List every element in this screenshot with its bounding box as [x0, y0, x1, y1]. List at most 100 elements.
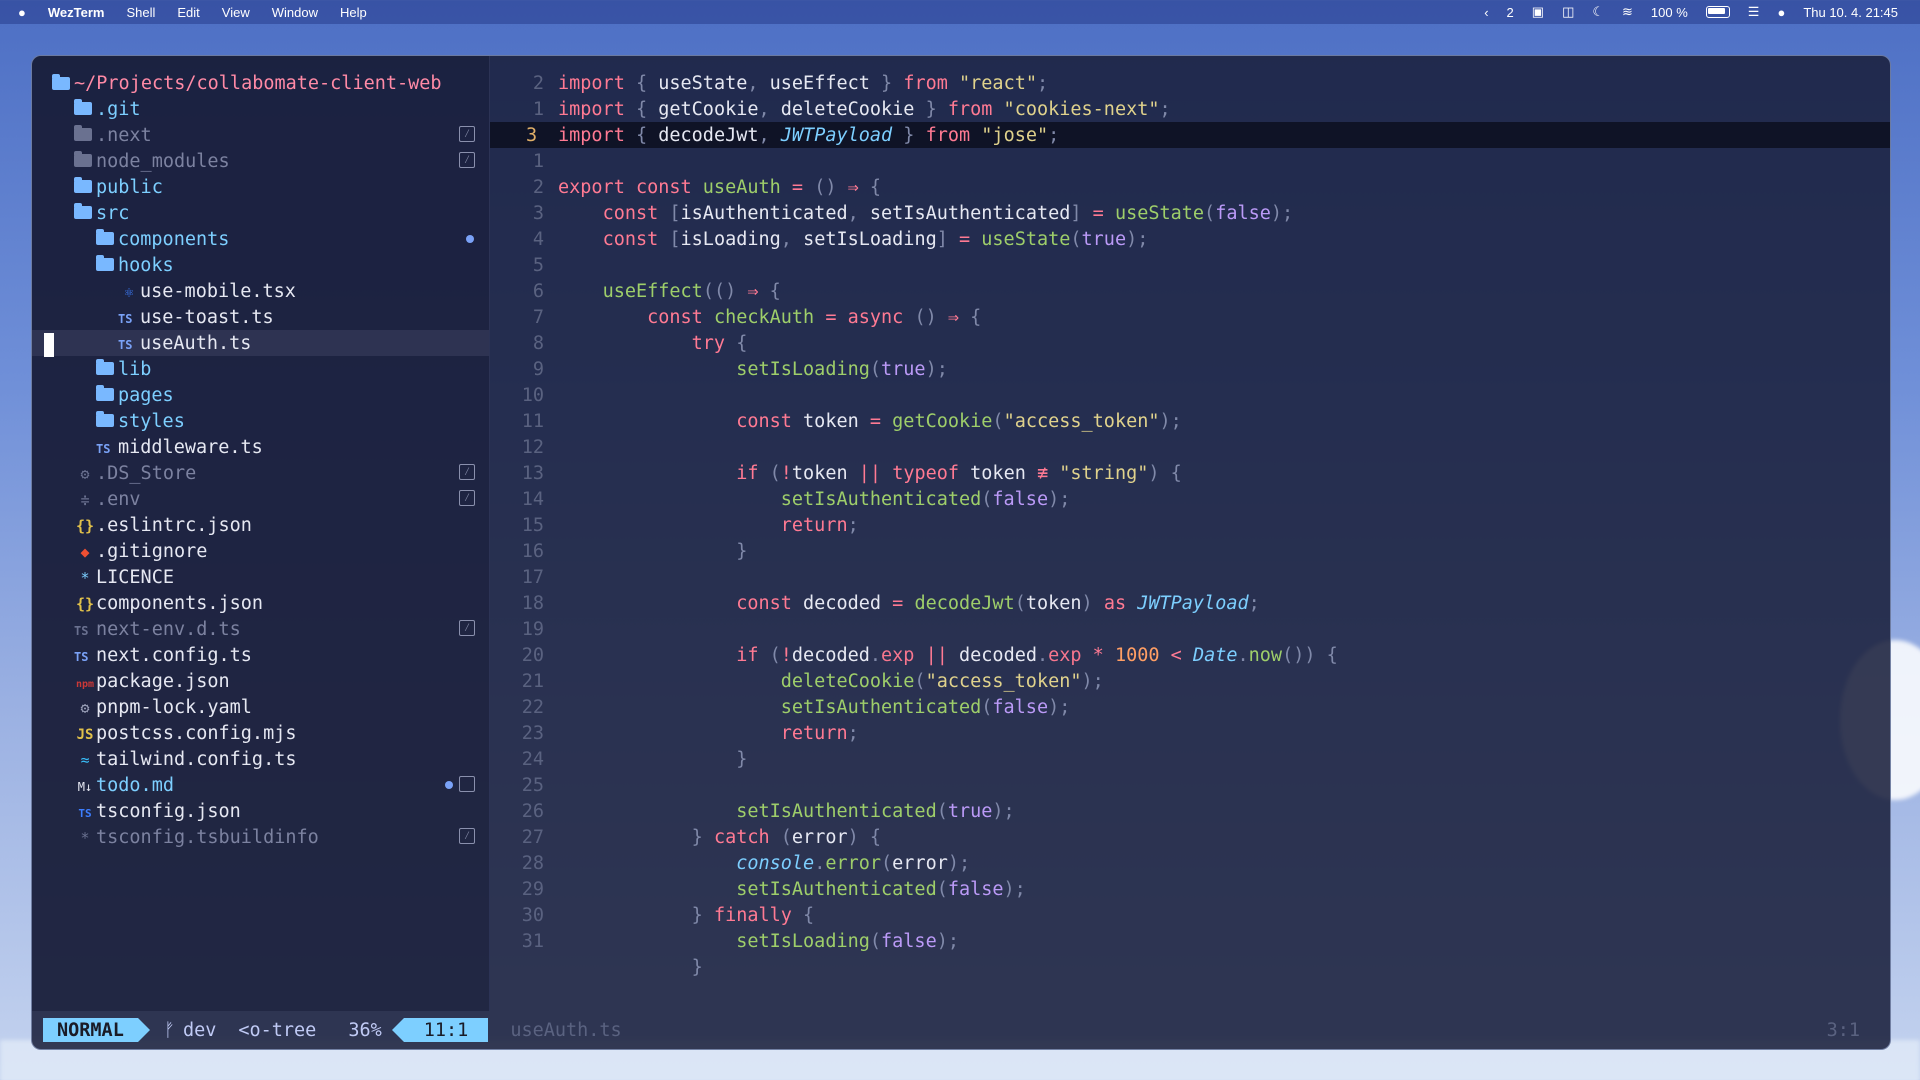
- tree-item[interactable]: {} components.json: [32, 590, 489, 616]
- menu-view[interactable]: View: [222, 5, 250, 20]
- code-token: ;: [847, 722, 859, 744]
- code-line[interactable]: 28 console.error(error);: [490, 850, 1890, 876]
- code-line[interactable]: 20 if (!decoded.exp || decoded.exp * 100…: [490, 642, 1890, 668]
- code-line[interactable]: 22 setIsAuthenticated(false);: [490, 694, 1890, 720]
- code-line[interactable]: 31 setIsLoading(false);: [490, 928, 1890, 954]
- tree-item[interactable]: node_modules ⁄: [32, 148, 489, 174]
- code-line[interactable]: 1: [490, 148, 1890, 174]
- tree-item-label: .next: [96, 124, 152, 146]
- code-token: (: [992, 410, 1004, 432]
- code-line[interactable]: 19: [490, 616, 1890, 642]
- menu-shell[interactable]: Shell: [126, 5, 155, 20]
- code-line[interactable]: 8 try {: [490, 330, 1890, 356]
- tree-item[interactable]: styles: [32, 408, 489, 434]
- menu-edit[interactable]: Edit: [177, 5, 199, 20]
- code-editor[interactable]: 2 import { useState, useEffect } from "re…: [490, 56, 1890, 1011]
- code-line[interactable]: 24 }: [490, 746, 1890, 772]
- code-line[interactable]: }: [490, 954, 1890, 980]
- code-line[interactable]: 4 const [isLoading, setIsLoading] = useS…: [490, 226, 1890, 252]
- tree-item[interactable]: {} .eslintrc.json: [32, 512, 489, 538]
- code-line[interactable]: 7 const checkAuth = async () ⇒ {: [490, 304, 1890, 330]
- tree-item[interactable]: pages: [32, 382, 489, 408]
- tree-item[interactable]: ⚙ pnpm-lock.yaml: [32, 694, 489, 720]
- battery-percent[interactable]: 100 %: [1651, 5, 1688, 20]
- tree-item[interactable]: M↓ todo.md: [32, 772, 489, 798]
- code-line[interactable]: 9 setIsLoading(true);: [490, 356, 1890, 382]
- chevron-left-icon[interactable]: ‹: [1484, 5, 1488, 20]
- code-line[interactable]: 27 } catch (error) {: [490, 824, 1890, 850]
- app-menu-wezterm[interactable]: WezTerm: [48, 5, 105, 20]
- tree-root[interactable]: ~/Projects/collabomate-client-web: [32, 70, 489, 96]
- code-token: ]: [1070, 202, 1082, 224]
- tree-item[interactable]: npm package.json: [32, 668, 489, 694]
- line-number: 4: [532, 228, 544, 250]
- code-token: <: [1159, 644, 1193, 666]
- tree-item[interactable]: TS next-env.d.ts ⁄: [32, 616, 489, 642]
- code-line[interactable]: 10: [490, 382, 1890, 408]
- code-line[interactable]: 25: [490, 772, 1890, 798]
- code-line[interactable]: 17: [490, 564, 1890, 590]
- user-icon[interactable]: ●: [1777, 5, 1785, 20]
- code-line[interactable]: 26 setIsAuthenticated(true);: [490, 798, 1890, 824]
- tree-item[interactable]: .git: [32, 96, 489, 122]
- tree-item[interactable]: TS middleware.ts: [32, 434, 489, 460]
- code-line[interactable]: 15 return;: [490, 512, 1890, 538]
- tree-item[interactable]: TS use-toast.ts: [32, 304, 489, 330]
- code-token: Date: [1192, 644, 1238, 666]
- current-code-line[interactable]: 3 import { decodeJwt, JWTPayload } from "…: [490, 122, 1890, 148]
- code-line[interactable]: 18 const decoded = decodeJwt(token) as J…: [490, 590, 1890, 616]
- code-line[interactable]: 6 useEffect(() ⇒ {: [490, 278, 1890, 304]
- code-token: );: [1081, 670, 1104, 692]
- code-line[interactable]: 16 }: [490, 538, 1890, 564]
- tree-item[interactable]: src: [32, 200, 489, 226]
- space-number[interactable]: 2: [1507, 5, 1514, 20]
- code-line[interactable]: 29 setIsAuthenticated(false);: [490, 876, 1890, 902]
- screenshot-icon[interactable]: ◫: [1562, 4, 1574, 20]
- apple-icon[interactable]: ●: [18, 5, 26, 20]
- menu-window[interactable]: Window: [272, 5, 318, 20]
- code-line[interactable]: 2 import { useState, useEffect } from "re…: [490, 70, 1890, 96]
- tree-item[interactable]: TS useAuth.ts: [32, 330, 489, 357]
- tree-item[interactable]: ⚙ .DS_Store ⁄: [32, 460, 489, 486]
- control-center-icon[interactable]: ☰: [1748, 4, 1760, 20]
- code-line[interactable]: 30 } finally {: [490, 902, 1890, 928]
- tree-item[interactable]: public: [32, 174, 489, 200]
- code-line[interactable]: 21 deleteCookie("access_token");: [490, 668, 1890, 694]
- tree-item-label: .eslintrc.json: [96, 514, 252, 536]
- tree-item[interactable]: lib: [32, 356, 489, 382]
- tree-item[interactable]: JS postcss.config.mjs: [32, 720, 489, 746]
- tree-item[interactable]: * LICENCE: [32, 564, 489, 590]
- tree-item[interactable]: TS next.config.ts: [32, 642, 489, 668]
- tree-item[interactable]: ◆ .gitignore: [32, 538, 489, 564]
- wifi-icon[interactable]: ≋: [1622, 4, 1633, 20]
- code-line[interactable]: 12: [490, 434, 1890, 460]
- tree-item[interactable]: hooks: [32, 252, 489, 278]
- code-line[interactable]: 11 const token = getCookie("access_token…: [490, 408, 1890, 434]
- code-token: const: [647, 306, 714, 328]
- tree-item[interactable]: .next ⁄: [32, 122, 489, 148]
- terminal-window[interactable]: ~/Projects/collabomate-client-web .git .n…: [31, 55, 1891, 1050]
- code-line[interactable]: 5: [490, 252, 1890, 278]
- tree-item[interactable]: ≈ tailwind.config.ts: [32, 746, 489, 772]
- code-line[interactable]: 23 return;: [490, 720, 1890, 746]
- moon-icon[interactable]: ☾: [1592, 4, 1604, 20]
- clock[interactable]: Thu 10. 4. 21:45: [1803, 5, 1898, 20]
- tree-item[interactable]: * tsconfig.tsbuildinfo ⁄: [32, 824, 489, 850]
- menu-help[interactable]: Help: [340, 5, 367, 20]
- code-token: decoded: [791, 644, 870, 666]
- calendar-icon[interactable]: ▣: [1532, 4, 1544, 20]
- code-line[interactable]: 2 export const useAuth = () ⇒ {: [490, 174, 1890, 200]
- file-tree[interactable]: ~/Projects/collabomate-client-web .git .n…: [32, 56, 490, 1011]
- battery-icon[interactable]: [1705, 6, 1730, 18]
- code-line[interactable]: 1 import { getCookie, deleteCookie } from…: [490, 96, 1890, 122]
- code-line[interactable]: 3 const [isAuthenticated, setIsAuthentic…: [490, 200, 1890, 226]
- code-line[interactable]: 14 setIsAuthenticated(false);: [490, 486, 1890, 512]
- typescript-icon: TS: [118, 311, 133, 326]
- tree-item[interactable]: ≑ .env ⁄: [32, 486, 489, 512]
- tree-item[interactable]: TS tsconfig.json: [32, 798, 489, 824]
- code-line[interactable]: 13 if (!token || typeof token ≢ "string"…: [490, 460, 1890, 486]
- tree-item[interactable]: components: [32, 226, 489, 252]
- tree-item[interactable]: ⚛ use-mobile.tsx: [32, 278, 489, 304]
